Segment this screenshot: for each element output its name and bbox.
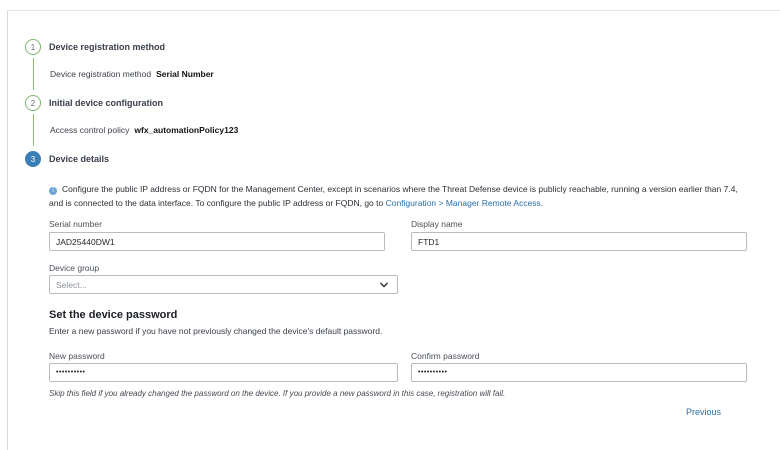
step-1-indicator: 1 [25, 39, 41, 55]
step-2-indicator: 2 [25, 95, 41, 111]
password-hint: Skip this field if you already changed t… [49, 389, 506, 398]
serial-number-input[interactable]: JAD25440DW1 [49, 232, 385, 251]
confirm-password-label: Confirm password [411, 351, 480, 361]
display-name-label: Display name [411, 219, 463, 229]
device-group-select[interactable]: Select... [49, 275, 398, 294]
step-1-number: 1 [30, 42, 36, 52]
new-password-value: •••••••••• [56, 369, 86, 376]
new-password-label: New password [49, 351, 105, 361]
step-3-indicator: 3 [25, 151, 41, 167]
password-section-subtitle: Enter a new password if you have not pre… [49, 326, 383, 336]
info-message: i Configure the public IP address or FQDN… [49, 182, 739, 210]
info-icon: i [49, 187, 57, 195]
registration-method-value: Serial Number [156, 69, 214, 79]
step-3-title: Device details [49, 154, 110, 164]
chevron-down-icon [380, 282, 388, 288]
access-policy-label: Access control policy [50, 125, 130, 135]
step-2-connector [33, 114, 34, 146]
step-1-connector [33, 58, 34, 90]
step-2-title[interactable]: Initial device configuration [49, 98, 163, 108]
info-end: . [540, 198, 544, 208]
step-3-number: 3 [30, 154, 36, 164]
step-2-number: 2 [30, 98, 36, 108]
device-group-label: Device group [49, 263, 100, 273]
registration-method-label: Device registration method [50, 69, 152, 79]
new-password-input[interactable]: •••••••••• [49, 363, 398, 382]
previous-button[interactable]: Previous [686, 407, 721, 417]
display-name-value: FTD1 [418, 236, 440, 247]
manager-remote-access-link[interactable]: Configuration > Manager Remote Access [386, 198, 541, 208]
display-name-input[interactable]: FTD1 [411, 232, 747, 251]
access-policy-value: wfx_automationPolicy123 [134, 125, 239, 135]
confirm-password-input[interactable]: •••••••••• [411, 363, 747, 382]
serial-number-label: Serial number [49, 219, 102, 229]
serial-number-value: JAD25440DW1 [56, 236, 115, 247]
step-2-summary: Access control policy wfx_automationPolic… [50, 125, 238, 135]
confirm-password-value: •••••••••• [418, 369, 448, 376]
step-1-title[interactable]: Device registration method [49, 42, 165, 52]
password-section-title: Set the device password [49, 309, 178, 321]
device-group-placeholder: Select... [56, 279, 87, 290]
step-1-summary: Device registration method Serial Number [50, 69, 214, 79]
